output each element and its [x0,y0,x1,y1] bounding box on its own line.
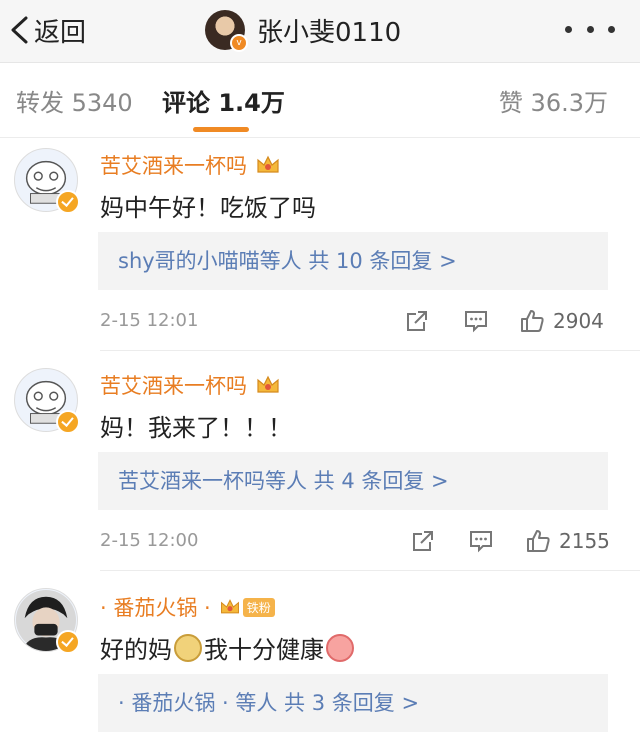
commenter-name-text: 苦艾酒来一杯吗 [100,154,247,178]
tab-like[interactable]: 赞 36.3万 [499,83,608,118]
top-nav-bar: 返回 v 张小斐0110 [0,0,640,63]
comment-item: · 番茄火锅 · 铁粉 好的妈 我十分健康 · 番茄火锅 · 等人 共 3 条回… [0,578,640,732]
like-count: 2155 [559,529,610,553]
verified-icon [56,190,80,214]
comment-text: 好的妈 我十分健康 [100,630,356,665]
like-icon [527,530,550,552]
commenter-name[interactable]: 苦艾酒来一杯吗 [100,370,281,400]
fan-badge: 铁粉 [219,596,275,618]
page-title: 张小斐0110 [257,17,402,48]
comment-time: 2-15 12:01 [100,310,199,331]
replies-link[interactable]: 苦艾酒来一杯吗等人 共 4 条回复 > [98,452,608,510]
comment-icon [470,531,492,553]
commenter-name-text: · 番茄火锅 · [100,596,211,620]
share-icon [407,311,427,331]
comment-text: 妈！我来了！！！ [100,414,292,442]
comment-button[interactable] [468,528,494,554]
active-tab-indicator [193,127,249,132]
commenter-name[interactable]: · 番茄火锅 · 铁粉 [100,592,275,622]
strong-emoji-icon [326,633,354,662]
share-button[interactable] [404,308,430,334]
avatar[interactable]: v [205,10,248,52]
doge-emoji-icon [174,633,202,662]
crown-icon [257,155,279,173]
profile-title[interactable]: v 张小斐0110 [205,8,401,52]
commenter-name-text: 苦艾酒来一杯吗 [100,374,247,398]
comment-text: 妈中午好！吃饭了吗 [100,194,316,222]
more-icon[interactable] [565,14,615,44]
back-label: 返回 [34,17,87,48]
divider [100,570,640,571]
comment-button[interactable] [463,308,489,334]
tab-bar: 转发 5340 评论 1.4万 赞 36.3万 [0,63,640,138]
replies-link[interactable]: shy哥的小喵喵等人 共 10 条回复 > [98,232,608,290]
share-icon [413,531,433,551]
like-count: 2904 [553,309,604,333]
comment-icon [465,311,487,333]
tab-repost[interactable]: 转发 5340 [16,83,133,118]
fan-tag: 铁粉 [242,597,275,617]
comment-text-part: 我十分健康 [204,636,324,664]
verified-icon [56,410,80,434]
crown-icon [257,375,279,393]
divider [100,350,640,351]
back-button[interactable]: 返回 [8,10,86,50]
like-button[interactable]: 2155 [525,528,610,554]
comment-item: 苦艾酒来一杯吗 妈！我来了！！！ 苦艾酒来一杯吗等人 共 4 条回复 > 2-1… [0,358,640,572]
comment-text-part: 好的妈 [100,636,172,664]
avatar[interactable] [14,148,80,214]
crown-icon [220,599,239,614]
comment-time: 2-15 12:00 [100,530,199,551]
verified-icon [56,630,80,654]
chevron-left-icon [11,16,28,44]
like-button[interactable]: 2904 [519,308,604,334]
share-button[interactable] [410,528,436,554]
verified-icon: v [230,34,248,52]
like-icon [521,310,544,332]
avatar[interactable] [14,368,80,434]
commenter-name[interactable]: 苦艾酒来一杯吗 [100,150,281,180]
tab-comment[interactable]: 评论 1.4万 [162,83,285,118]
comment-item: 苦艾酒来一杯吗 妈中午好！吃饭了吗 shy哥的小喵喵等人 共 10 条回复 > … [0,138,640,352]
avatar[interactable] [14,588,80,654]
replies-link[interactable]: · 番茄火锅 · 等人 共 3 条回复 > [98,674,608,732]
